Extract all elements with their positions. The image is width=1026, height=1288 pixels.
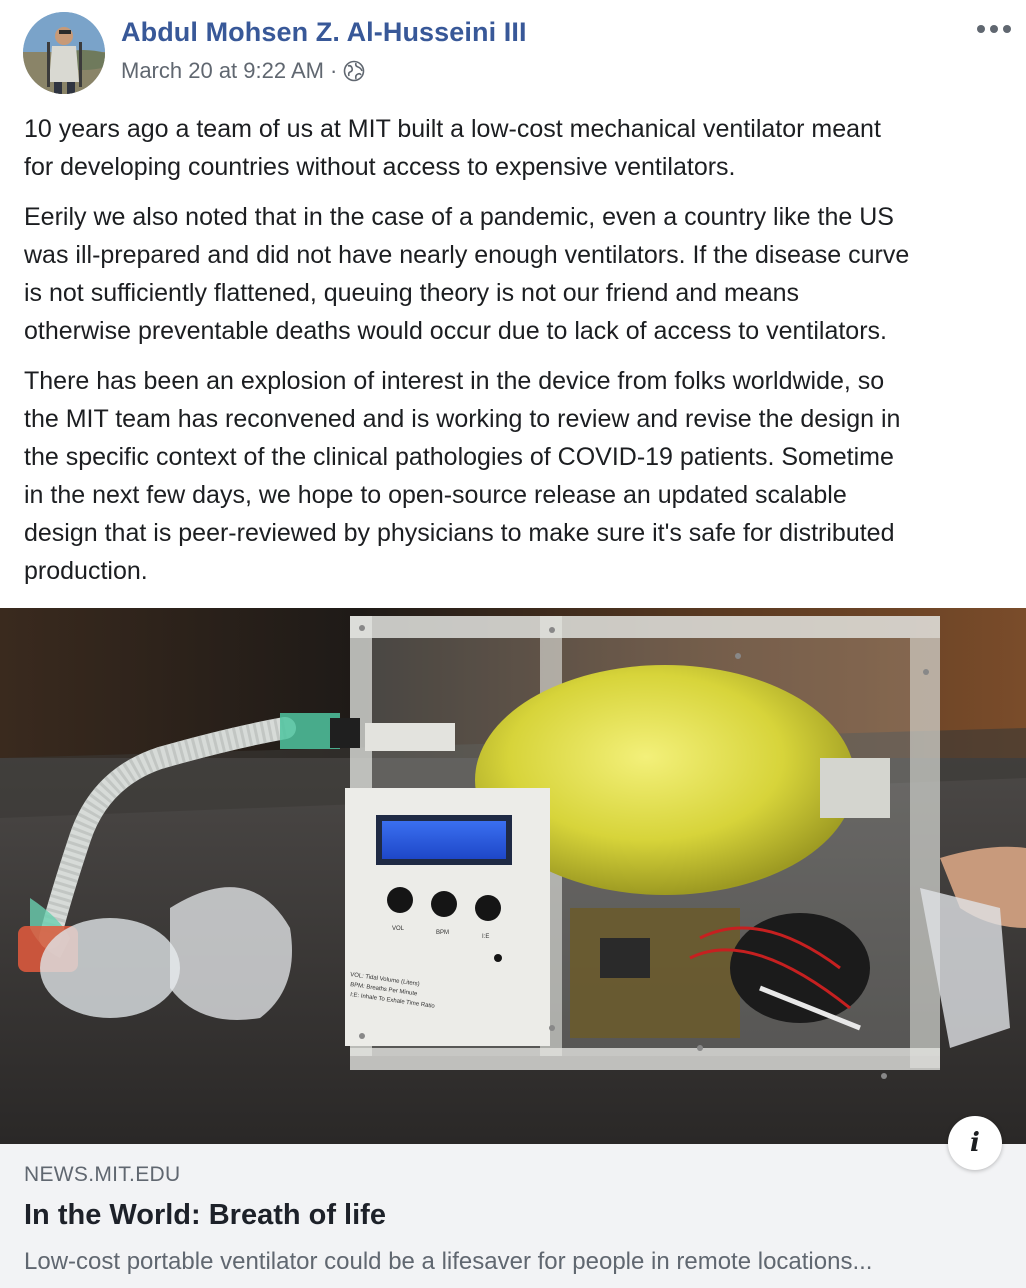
shared-link-image[interactable]: VOL BPM I:E VOL: Tidal Volume (Liters) B… [0, 608, 1026, 1144]
facebook-post: Abdul Mohsen Z. Al-Husseini III March 20… [0, 0, 1026, 1288]
globe-icon[interactable] [343, 60, 365, 82]
info-button[interactable]: i [948, 1116, 1002, 1170]
post-paragraph-3: There has been an explosion of interest … [24, 367, 901, 585]
post-paragraph-2: Eerily we also noted that in the case of… [24, 203, 910, 345]
more-options-button[interactable] [972, 14, 1016, 44]
avatar-photo-icon [23, 12, 105, 94]
more-horizontal-icon [977, 25, 1011, 33]
knob-label-ie: I:E [482, 934, 489, 940]
ventilator-photo: VOL BPM I:E VOL: Tidal Volume (Liters) B… [0, 608, 1026, 1144]
author-avatar[interactable] [23, 12, 105, 94]
link-preview-card[interactable]: NEWS.MIT.EDU In the World: Breath of lif… [0, 1144, 1026, 1288]
post-timestamp[interactable]: March 20 at 9:22 AM [121, 58, 324, 84]
post-meta: March 20 at 9:22 AM · [121, 58, 365, 84]
link-title[interactable]: In the World: Breath of life [24, 1199, 386, 1232]
link-description: Low-cost portable ventilator could be a … [24, 1248, 873, 1275]
post-paragraph-1: 10 years ago a team of us at MIT built a… [24, 115, 881, 181]
meta-separator: · [330, 58, 338, 83]
link-domain: NEWS.MIT.EDU [24, 1163, 181, 1186]
post-header: Abdul Mohsen Z. Al-Husseini III March 20… [0, 0, 1026, 105]
knob-label-bpm: BPM [436, 930, 449, 936]
post-body: 10 years ago a team of us at MIT built a… [24, 110, 1009, 602]
author-name-link[interactable]: Abdul Mohsen Z. Al-Husseini III [121, 17, 527, 48]
info-icon: i [970, 1128, 980, 1158]
knob-label-vol: VOL [392, 926, 405, 932]
